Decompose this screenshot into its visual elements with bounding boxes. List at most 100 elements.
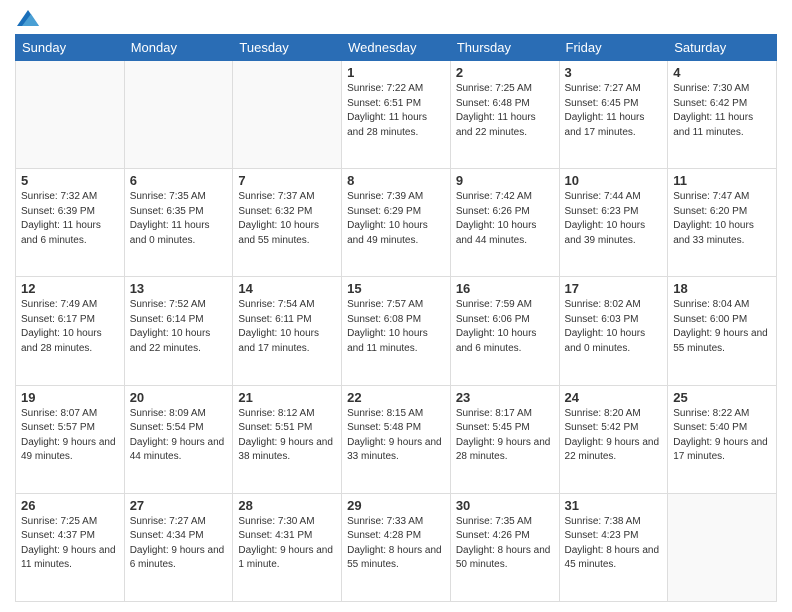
day-info: Sunrise: 8:12 AM Sunset: 5:51 PM Dayligh… [238,407,336,465]
day-cell: 16 Sunrise: 7:59 AM Sunset: 6:06 PM Dayli… [450,277,559,385]
day-number: 14 [238,281,336,296]
day-info: Sunrise: 8:17 AM Sunset: 5:45 PM Dayligh… [456,407,554,465]
day-cell: 21Sunrise: 8:12 AM Sunset: 5:51 PM Dayli… [233,385,342,493]
day-number: 27 [130,498,228,513]
day-header-wednesday: Wednesday [342,35,451,61]
day-info: Sunrise: 7:30 AM Sunset: 6:42 PM Dayligh… [673,82,771,140]
header [15,10,777,26]
day-number: 2 [456,65,554,80]
day-number: 9 [456,173,554,188]
day-info: Sunrise: 7:35 AM Sunset: 6:35 PM Dayligh… [130,190,228,248]
day-cell: 4 Sunrise: 7:30 AM Sunset: 6:42 PM Daylig… [668,61,777,169]
calendar: SundayMondayTuesdayWednesdayThursdayFrid… [15,34,777,602]
day-info: Sunrise: 7:37 AM Sunset: 6:32 PM Dayligh… [238,190,336,248]
day-number: 25 [673,390,771,405]
day-cell: 23 Sunrise: 8:17 AM Sunset: 5:45 PM Dayli… [450,385,559,493]
day-number: 20 [130,390,228,405]
day-number: 19 [21,390,119,405]
day-cell: 18Sunrise: 8:04 AM Sunset: 6:00 PM Dayli… [668,277,777,385]
day-cell: 9Sunrise: 7:42 AM Sunset: 6:26 PM Daylig… [450,169,559,277]
day-cell: 6 Sunrise: 7:35 AM Sunset: 6:35 PM Daylig… [124,169,233,277]
day-info: Sunrise: 7:39 AM Sunset: 6:29 PM Dayligh… [347,190,445,248]
day-info: Sunrise: 7:25 AM Sunset: 6:48 PM Dayligh… [456,82,554,140]
day-info: Sunrise: 8:22 AM Sunset: 5:40 PM Dayligh… [673,407,771,465]
day-cell: 27 Sunrise: 7:27 AM Sunset: 4:34 PM Dayli… [124,493,233,601]
day-info: Sunrise: 7:57 AM Sunset: 6:08 PM Dayligh… [347,298,445,356]
day-number: 22 [347,390,445,405]
day-number: 24 [565,390,663,405]
day-info: Sunrise: 7:27 AM Sunset: 6:45 PM Dayligh… [565,82,663,140]
day-cell: 7 Sunrise: 7:37 AM Sunset: 6:32 PM Daylig… [233,169,342,277]
day-info: Sunrise: 7:38 AM Sunset: 4:23 PM Dayligh… [565,515,663,573]
day-cell: 22 Sunrise: 8:15 AM Sunset: 5:48 PM Dayli… [342,385,451,493]
day-number: 13 [130,281,228,296]
day-cell: 15 Sunrise: 7:57 AM Sunset: 6:08 PM Dayli… [342,277,451,385]
day-info: Sunrise: 7:44 AM Sunset: 6:23 PM Dayligh… [565,190,663,248]
week-row-2: 5 Sunrise: 7:32 AM Sunset: 6:39 PM Daylig… [16,169,777,277]
day-number: 30 [456,498,554,513]
day-info: Sunrise: 7:49 AM Sunset: 6:17 PM Dayligh… [21,298,119,356]
day-info: Sunrise: 7:30 AM Sunset: 4:31 PM Dayligh… [238,515,336,573]
day-number: 4 [673,65,771,80]
day-number: 3 [565,65,663,80]
day-info: Sunrise: 7:35 AM Sunset: 4:26 PM Dayligh… [456,515,554,573]
day-cell: 12 Sunrise: 7:49 AM Sunset: 6:17 PM Dayli… [16,277,125,385]
day-cell: 26 Sunrise: 7:25 AM Sunset: 4:37 PM Dayli… [16,493,125,601]
day-number: 8 [347,173,445,188]
day-header-sunday: Sunday [16,35,125,61]
day-info: Sunrise: 7:25 AM Sunset: 4:37 PM Dayligh… [21,515,119,573]
day-info: Sunrise: 8:15 AM Sunset: 5:48 PM Dayligh… [347,407,445,465]
week-row-5: 26 Sunrise: 7:25 AM Sunset: 4:37 PM Dayli… [16,493,777,601]
day-cell: 19 Sunrise: 8:07 AM Sunset: 5:57 PM Dayli… [16,385,125,493]
day-header-friday: Friday [559,35,668,61]
days-header-row: SundayMondayTuesdayWednesdayThursdayFrid… [16,35,777,61]
day-header-monday: Monday [124,35,233,61]
day-number: 15 [347,281,445,296]
logo [15,10,39,26]
day-number: 6 [130,173,228,188]
logo-icon [17,10,39,26]
day-cell: 1Sunrise: 7:22 AM Sunset: 6:51 PM Daylig… [342,61,451,169]
day-cell: 11 Sunrise: 7:47 AM Sunset: 6:20 PM Dayli… [668,169,777,277]
day-number: 29 [347,498,445,513]
day-cell: 13 Sunrise: 7:52 AM Sunset: 6:14 PM Dayli… [124,277,233,385]
day-number: 28 [238,498,336,513]
day-number: 17 [565,281,663,296]
day-number: 7 [238,173,336,188]
day-cell [668,493,777,601]
day-info: Sunrise: 7:32 AM Sunset: 6:39 PM Dayligh… [21,190,119,248]
day-cell: 25 Sunrise: 8:22 AM Sunset: 5:40 PM Dayli… [668,385,777,493]
day-cell: 14 Sunrise: 7:54 AM Sunset: 6:11 PM Dayli… [233,277,342,385]
day-cell: 20Sunrise: 8:09 AM Sunset: 5:54 PM Dayli… [124,385,233,493]
day-header-saturday: Saturday [668,35,777,61]
day-number: 11 [673,173,771,188]
day-cell: 8 Sunrise: 7:39 AM Sunset: 6:29 PM Daylig… [342,169,451,277]
day-cell: 28 Sunrise: 7:30 AM Sunset: 4:31 PM Dayli… [233,493,342,601]
day-cell [16,61,125,169]
day-info: Sunrise: 7:54 AM Sunset: 6:11 PM Dayligh… [238,298,336,356]
day-cell: 29Sunrise: 7:33 AM Sunset: 4:28 PM Dayli… [342,493,451,601]
day-cell [233,61,342,169]
day-number: 26 [21,498,119,513]
page: SundayMondayTuesdayWednesdayThursdayFrid… [0,0,792,612]
day-header-thursday: Thursday [450,35,559,61]
week-row-1: 1Sunrise: 7:22 AM Sunset: 6:51 PM Daylig… [16,61,777,169]
day-info: Sunrise: 7:59 AM Sunset: 6:06 PM Dayligh… [456,298,554,356]
day-cell [124,61,233,169]
day-cell: 24Sunrise: 8:20 AM Sunset: 5:42 PM Dayli… [559,385,668,493]
day-info: Sunrise: 8:07 AM Sunset: 5:57 PM Dayligh… [21,407,119,465]
day-info: Sunrise: 7:22 AM Sunset: 6:51 PM Dayligh… [347,82,445,140]
day-number: 12 [21,281,119,296]
day-info: Sunrise: 7:47 AM Sunset: 6:20 PM Dayligh… [673,190,771,248]
day-info: Sunrise: 7:52 AM Sunset: 6:14 PM Dayligh… [130,298,228,356]
day-header-tuesday: Tuesday [233,35,342,61]
day-number: 16 [456,281,554,296]
day-info: Sunrise: 7:27 AM Sunset: 4:34 PM Dayligh… [130,515,228,573]
day-number: 5 [21,173,119,188]
day-number: 23 [456,390,554,405]
day-cell: 3 Sunrise: 7:27 AM Sunset: 6:45 PM Daylig… [559,61,668,169]
day-cell: 31Sunrise: 7:38 AM Sunset: 4:23 PM Dayli… [559,493,668,601]
day-cell: 30 Sunrise: 7:35 AM Sunset: 4:26 PM Dayli… [450,493,559,601]
day-cell: 17Sunrise: 8:02 AM Sunset: 6:03 PM Dayli… [559,277,668,385]
day-number: 10 [565,173,663,188]
